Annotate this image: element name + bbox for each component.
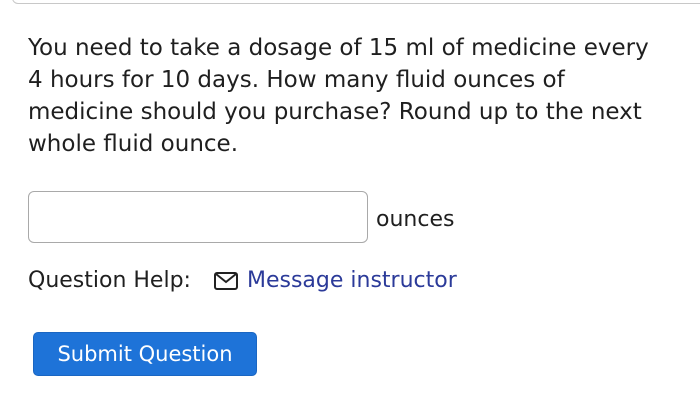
question-help-label: Question Help: — [28, 268, 191, 293]
question-help: Question Help: Message instructor — [28, 268, 457, 293]
answer-row: ounces — [28, 191, 454, 243]
unit-label: ounces — [376, 206, 455, 232]
question-text: You need to take a dosage of 15 ml of me… — [28, 35, 649, 157]
question-container-border — [12, 0, 700, 4]
answer-input[interactable] — [28, 191, 368, 243]
message-instructor-link[interactable]: Message instructor — [247, 268, 457, 293]
submit-question-button[interactable]: Submit Question — [33, 332, 257, 376]
mail-icon[interactable] — [213, 270, 239, 292]
